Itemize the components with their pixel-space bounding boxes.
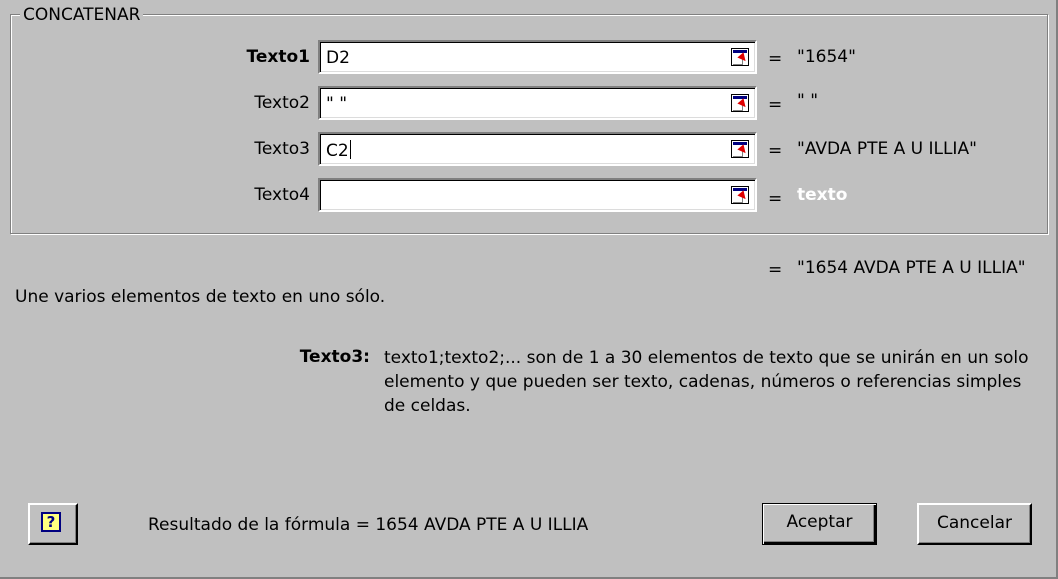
argument-value-text: C2 [326,141,349,161]
function-arguments-dialog: CONCATENAR Texto1 D2 = "1654" Texto2 " "… [0,0,1058,579]
argument-result: " " [797,91,819,111]
function-description: Une varios elementos de texto en uno sól… [15,287,386,307]
argument-label: Texto4 [254,185,310,205]
argument-input[interactable]: C2 [318,132,757,166]
help-icon: ? [41,512,61,532]
equals-sign: = [768,141,783,161]
formula-result-label: Resultado de la fórmula = [148,515,370,535]
equals-sign: = [768,49,783,69]
help-argument-label: Texto3: [299,347,370,367]
argument-result-hint: texto [797,185,848,205]
argument-value: C2 [326,140,351,161]
function-name-label: CONCATENAR [20,6,144,24]
cancel-button[interactable]: Cancelar [917,503,1032,545]
overall-result: "1654 AVDA PTE A U ILLIA" [797,258,1026,278]
argument-value: D2 [326,48,350,68]
text-caret [349,140,351,159]
argument-label: Texto3 [254,139,310,159]
help-argument-text: texto1;texto2;... son de 1 a 30 elemento… [384,348,1029,416]
formula-result-value: 1654 AVDA PTE A U ILLIA [375,515,589,535]
argument-label: Texto2 [254,93,310,113]
argument-result: "AVDA PTE A U ILLIA" [797,139,977,159]
argument-label: Texto1 [246,47,310,67]
equals-sign: = [768,95,783,115]
collapse-dialog-icon[interactable] [731,48,749,66]
collapse-dialog-icon[interactable] [731,94,749,112]
argument-input[interactable]: " " [318,86,757,120]
argument-result: "1654" [797,47,856,67]
formula-result: Resultado de la fórmula = 1654 AVDA PTE … [148,514,588,536]
argument-input[interactable]: D2 [318,40,757,74]
argument-value: " " [326,94,348,114]
equals-sign: = [768,189,783,209]
collapse-dialog-icon[interactable] [731,140,749,158]
equals-sign: = [768,260,783,280]
ok-button[interactable]: Aceptar [762,503,877,545]
help-button[interactable]: ? [28,503,78,545]
collapse-dialog-icon[interactable] [731,186,749,204]
argument-input[interactable] [318,178,757,212]
